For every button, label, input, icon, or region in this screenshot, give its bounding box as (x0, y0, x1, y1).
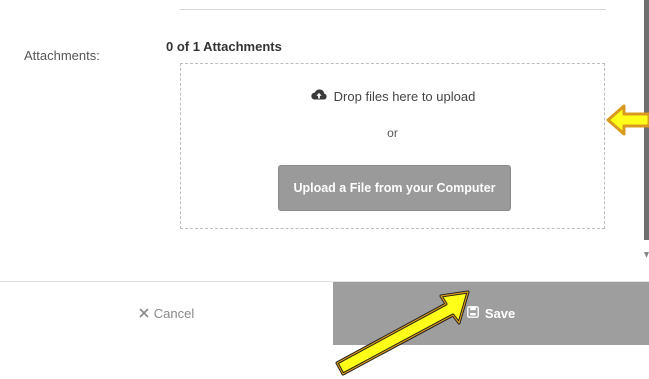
scroll-down-icon[interactable] (644, 248, 649, 262)
file-dropzone[interactable]: Drop files here to upload or Upload a Fi… (180, 63, 605, 229)
attachment-count: 0 of 1 Attachments (166, 39, 282, 54)
cancel-label: Cancel (153, 306, 195, 321)
upload-file-button[interactable]: Upload a File from your Computer (278, 165, 511, 211)
drop-instructions: Drop files here to upload (181, 88, 604, 105)
save-label: Save (484, 306, 516, 321)
save-icon (466, 306, 479, 321)
annotation-arrow-left (606, 104, 649, 136)
scrollbar-track[interactable] (644, 0, 649, 240)
cancel-button[interactable]: Cancel (0, 282, 333, 345)
section-divider (180, 9, 606, 10)
drop-text: Drop files here to upload (333, 89, 476, 104)
save-button[interactable]: Save (333, 282, 649, 345)
attachments-label: Attachments: (24, 48, 100, 63)
close-icon (139, 306, 149, 321)
cloud-upload-icon (310, 88, 328, 105)
or-separator: or (387, 126, 398, 140)
